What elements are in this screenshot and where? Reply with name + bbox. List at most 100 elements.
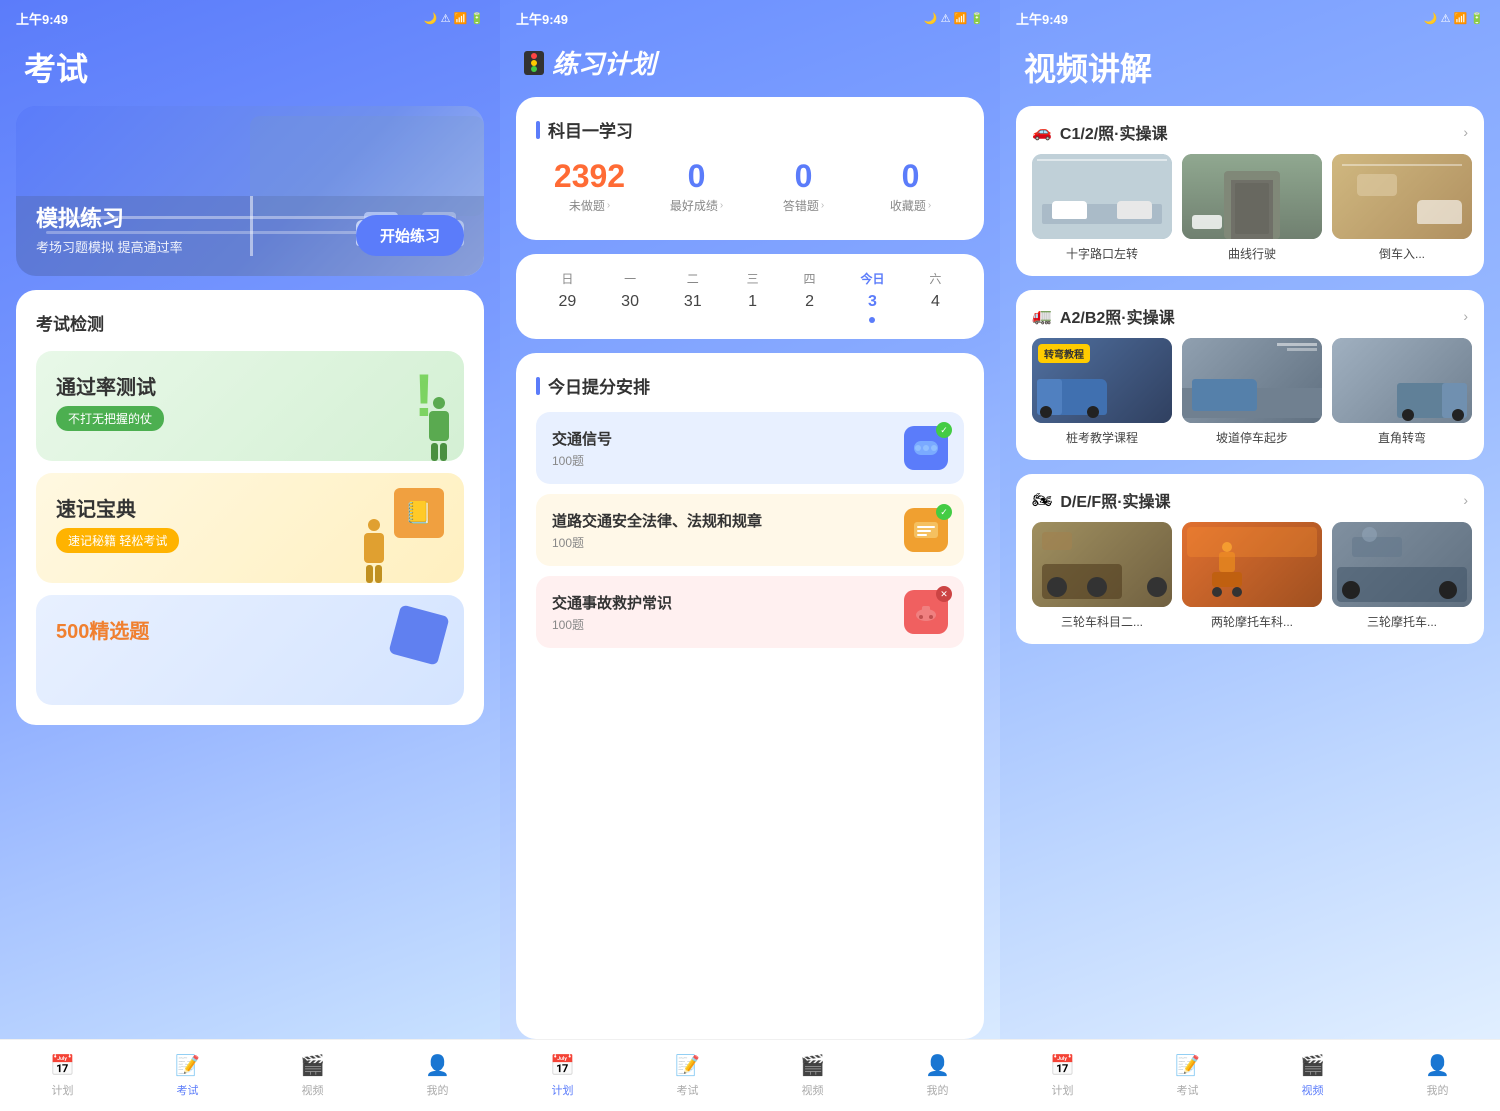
page-title-3: 视频讲解 xyxy=(1000,36,1500,106)
nav-video-3[interactable]: 🎬 视频 xyxy=(1283,1053,1343,1098)
thumb-img-slope xyxy=(1182,338,1322,423)
cal-today[interactable]: 今日 3 xyxy=(860,270,884,323)
nav-plan-1[interactable]: 📅 计划 xyxy=(33,1053,93,1098)
pass-rate-badge: 不打无把握的仗 xyxy=(56,406,164,431)
tag-yellow: 转弯教程 xyxy=(1038,344,1090,363)
vs-header-def[interactable]: 🏍 D/E/F照·实操课 › xyxy=(1016,474,1484,522)
vs-header-c12[interactable]: 🚗 C1/2/照·实操课 › xyxy=(1016,106,1484,154)
si-text-3: 交通事故救护常识 100题 xyxy=(552,592,672,633)
video-thumbs-c12: 十字路口左转 曲线行驶 xyxy=(1016,154,1484,276)
nav-plan-label-2: 计划 xyxy=(552,1082,574,1098)
video-thumb-stake[interactable]: 转弯教程 桩考教学课程 xyxy=(1032,338,1172,446)
cal-sun[interactable]: 日 29 xyxy=(558,270,576,323)
si-count-1: 100题 xyxy=(552,452,612,469)
nav-mine-1[interactable]: 👤 我的 xyxy=(408,1053,468,1098)
thumb-label-crossroad: 十字路口左转 xyxy=(1032,245,1172,262)
stat-best[interactable]: 0 最好成绩 › xyxy=(643,158,750,214)
nav-exam-label-1: 考试 xyxy=(177,1082,199,1098)
cal-date-sat: 4 xyxy=(931,293,940,311)
nav-video-2[interactable]: 🎬 视频 xyxy=(783,1053,843,1098)
calendar-card: 日 29 一 30 二 31 三 1 xyxy=(516,254,984,339)
cal-thu[interactable]: 四 2 xyxy=(804,270,816,323)
nav-exam-3[interactable]: 📝 考试 xyxy=(1158,1053,1218,1098)
thumb-label-curve: 曲线行驶 xyxy=(1182,245,1322,262)
schedule-blue-bar xyxy=(536,377,540,395)
cal-day-today: 今日 xyxy=(860,270,884,287)
cards-scroll-2: 科目一学习 2392 未做题 › 0 最好成绩 › xyxy=(500,97,1000,1039)
blue-bar xyxy=(536,121,540,139)
nav-mine-3[interactable]: 👤 我的 xyxy=(1408,1053,1468,1098)
nav-mine-2[interactable]: 👤 我的 xyxy=(908,1053,968,1098)
si-text-1: 交通信号 100题 xyxy=(552,428,612,469)
thumb-img-crossroad xyxy=(1032,154,1172,239)
thumb-img-curve xyxy=(1182,154,1322,239)
video-thumb-reverse[interactable]: 倒车入... xyxy=(1332,154,1472,262)
quick-memo-card[interactable]: 速记宝典 速记秘籍 轻松考试 📒 xyxy=(36,473,464,583)
selected-questions-card[interactable]: 500精选题 xyxy=(36,595,464,705)
banner-subtitle: 考场习题模拟 提高通过率 xyxy=(36,237,183,256)
stat-undone[interactable]: 2392 未做题 › xyxy=(536,158,643,214)
status-icons-1: 🌙 ⚠ 📶 🔋 xyxy=(424,12,484,25)
vs-title-c12: C1/2/照·实操课 xyxy=(1060,120,1168,144)
cal-day-sat: 六 xyxy=(929,270,941,287)
vs-header-inner-a2b2: 🚛 A2/B2照·实操课 xyxy=(1032,304,1175,328)
status-bar-1: 上午9:49 🌙 ⚠ 📶 🔋 xyxy=(0,0,500,36)
stat-wrong-num: 0 xyxy=(795,158,813,195)
pass-rate-card[interactable]: 通过率测试 不打无把握的仗 ! xyxy=(36,351,464,461)
video-thumb-motorcycle[interactable]: 两轮摩托车科... xyxy=(1182,522,1322,630)
plan-page-title: 练习计划 xyxy=(552,44,656,81)
stat-wrong[interactable]: 0 答错题 › xyxy=(750,158,857,214)
video-thumb-crossroad[interactable]: 十字路口左转 xyxy=(1032,154,1172,262)
cal-date-mon: 30 xyxy=(621,293,639,311)
cal-day-wed: 三 xyxy=(747,270,759,287)
cal-mon[interactable]: 一 30 xyxy=(621,270,639,323)
nav-video-icon-2: 🎬 xyxy=(800,1053,825,1078)
thumb-label-stake: 桩考教学课程 xyxy=(1032,429,1172,446)
status-time-1: 上午9:49 xyxy=(16,9,68,28)
si-title-1: 交通信号 xyxy=(552,428,612,449)
plan-title-area: 练习计划 xyxy=(500,36,1000,97)
tl-yellow xyxy=(531,60,537,66)
nav-video-1[interactable]: 🎬 视频 xyxy=(283,1053,343,1098)
schedule-item-3[interactable]: 交通事故救护常识 100题 xyxy=(536,576,964,648)
si-icon-wrap-1: ✓ xyxy=(904,426,948,470)
phone2-content: 练习计划 科目一学习 2392 未做题 › xyxy=(500,36,1000,1039)
pass-rate-title: 通过率测试 xyxy=(56,371,444,400)
video-thumb-tricycle2[interactable]: 三轮摩托车... xyxy=(1332,522,1472,630)
video-thumb-slope[interactable]: 坡道停车起步 xyxy=(1182,338,1322,446)
nav-mine-label-2: 我的 xyxy=(927,1082,949,1098)
thumb-img-stake: 转弯教程 xyxy=(1032,338,1172,423)
video-thumb-corner[interactable]: 直角转弯 xyxy=(1332,338,1472,446)
vs-title-a2b2: A2/B2照·实操课 xyxy=(1060,304,1175,328)
banner-card: 模拟练习 考场习题模拟 提高通过率 开始练习 xyxy=(16,106,484,276)
cal-sat[interactable]: 六 4 xyxy=(929,270,941,323)
status-bar-2: 上午9:49 🌙 ⚠ 📶 🔋 xyxy=(500,0,1000,36)
si-icon-wrap-3: ✕ xyxy=(904,590,948,634)
cal-today-dot xyxy=(869,317,875,323)
schedule-title: 今日提分安排 xyxy=(536,373,964,398)
thumb-img-corner xyxy=(1332,338,1472,423)
schedule-item-1[interactable]: 交通信号 100题 xyxy=(536,412,964,484)
si-icon-wrap-2: ✓ xyxy=(904,508,948,552)
start-practice-button[interactable]: 开始练习 xyxy=(356,215,464,256)
schedule-title-text: 今日提分安排 xyxy=(548,373,650,398)
nav-plan-2[interactable]: 📅 计划 xyxy=(533,1053,593,1098)
stat-saved[interactable]: 0 收藏题 › xyxy=(857,158,964,214)
cal-wed[interactable]: 三 1 xyxy=(747,270,759,323)
cards-scroll-1: 模拟练习 考场习题模拟 提高通过率 开始练习 考试检测 通过率测试 不打无把握的… xyxy=(0,106,500,1039)
thumb-img-tricycle xyxy=(1032,522,1172,607)
video-thumb-curve[interactable]: 曲线行驶 xyxy=(1182,154,1322,262)
vs-header-a2b2[interactable]: 🚛 A2/B2照·实操课 › xyxy=(1016,290,1484,338)
vs-moto-icon: 🏍 xyxy=(1032,490,1052,510)
video-thumb-tricycle[interactable]: 三轮车科目二... xyxy=(1032,522,1172,630)
si-text-2: 道路交通安全法律、法规和规章 100题 xyxy=(552,510,762,551)
video-thumbs-def: 三轮车科目二... xyxy=(1016,522,1484,644)
nav-exam-2[interactable]: 📝 考试 xyxy=(658,1053,718,1098)
cal-tue[interactable]: 二 31 xyxy=(684,270,702,323)
schedule-item-2[interactable]: 道路交通安全法律、法规和规章 100题 xyxy=(536,494,964,566)
nav-plan-icon-3: 📅 xyxy=(1050,1053,1075,1078)
nav-exam-1[interactable]: 📝 考试 xyxy=(158,1053,218,1098)
cal-day-thu: 四 xyxy=(804,270,816,287)
nav-plan-3[interactable]: 📅 计划 xyxy=(1033,1053,1093,1098)
tl-red xyxy=(531,53,537,59)
